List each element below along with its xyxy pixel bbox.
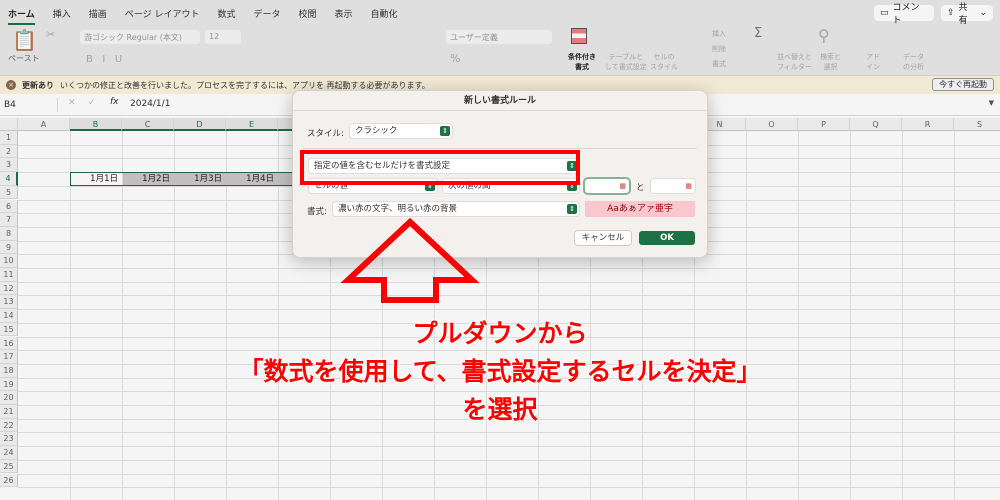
arrow-shape (340, 217, 480, 303)
annotation-line3: を選択 (462, 395, 538, 424)
annotation-line2: 「数式を使用して、書式設定するセルを決定」 (238, 357, 762, 386)
annotation-line1: プルダウンから (412, 319, 588, 348)
